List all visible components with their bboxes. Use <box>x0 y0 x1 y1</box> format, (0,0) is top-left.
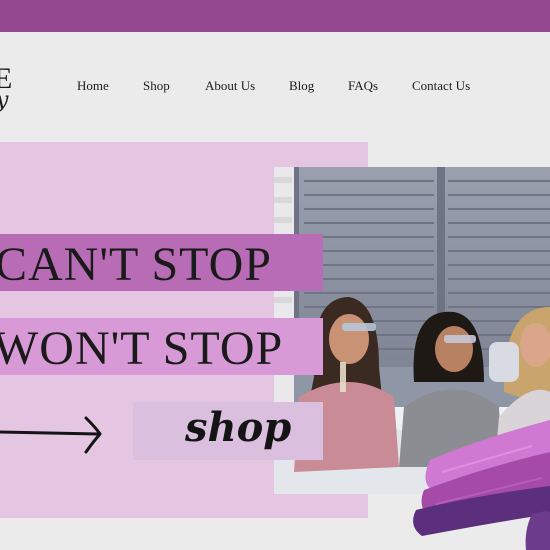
nav-blog[interactable]: Blog <box>289 78 314 94</box>
top-banner-bar <box>0 0 550 32</box>
headline-line-2: WON'T STOP <box>0 322 284 375</box>
headline-line-1: CAN'T STOP <box>0 238 272 291</box>
brush-stroke-decoration <box>413 420 550 550</box>
nav-about-us[interactable]: About Us <box>205 78 255 94</box>
nav-shop[interactable]: Shop <box>143 78 170 94</box>
headline-line-1-block: CAN'T STOP <box>0 234 323 291</box>
shop-button-label: shop <box>185 404 292 451</box>
shop-button[interactable]: shop <box>133 402 323 460</box>
nav-faqs[interactable]: FAQs <box>348 78 378 94</box>
arrow-right-icon <box>0 416 102 454</box>
main-nav: Home Shop About Us Blog FAQs Contact Us <box>0 78 550 98</box>
headline-line-2-block: WON'T STOP <box>0 318 323 375</box>
nav-home[interactable]: Home <box>77 78 109 94</box>
nav-contact-us[interactable]: Contact Us <box>412 78 470 94</box>
